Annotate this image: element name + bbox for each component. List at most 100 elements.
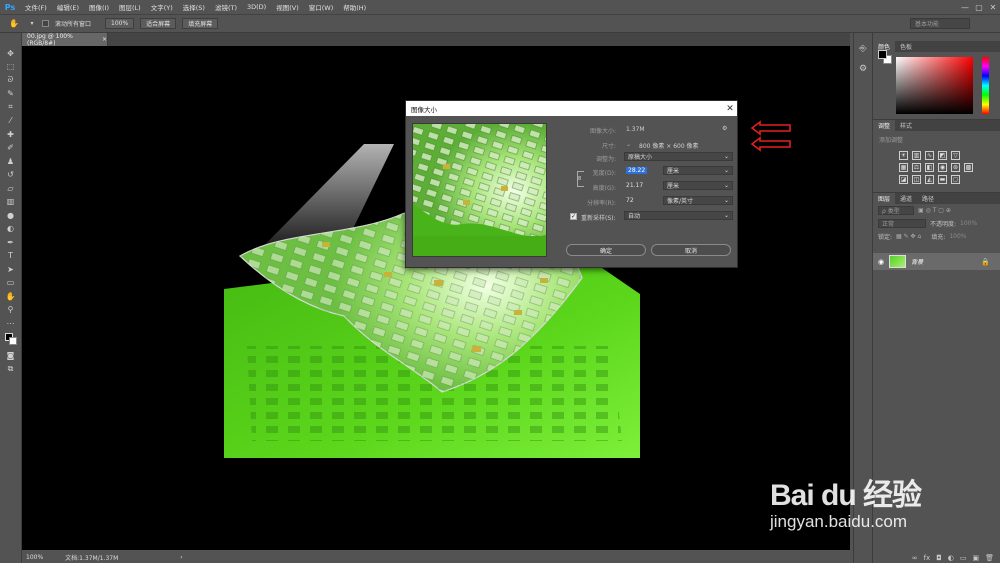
height-input[interactable]: 21.17 — [624, 181, 660, 190]
fx-icon[interactable]: fx — [924, 554, 931, 562]
fill-screen-button[interactable]: 填充屏幕 — [182, 18, 219, 29]
status-zoom[interactable]: 100% — [26, 554, 43, 561]
maximize-button[interactable]: ▢ — [972, 0, 986, 14]
eyedropper-tool-icon[interactable]: ⁄ — [3, 115, 19, 128]
path-select-icon[interactable]: ➤ — [3, 263, 19, 276]
hue-slider[interactable] — [982, 57, 989, 114]
new-adjustment-icon[interactable]: ◐ — [948, 554, 954, 562]
resample-checkbox[interactable]: ✓ — [570, 213, 577, 220]
menu-3d[interactable]: 3D(D) — [242, 3, 271, 11]
opacity-value[interactable]: 100% — [960, 220, 977, 227]
ok-button[interactable]: 确定 — [566, 244, 646, 256]
channel-mixer-icon[interactable]: ⊛ — [951, 163, 960, 172]
foreground-color-swatch[interactable] — [878, 50, 887, 59]
dialog-settings-gear-icon[interactable]: ⚙ — [722, 125, 727, 132]
blur-tool-icon[interactable]: ● — [3, 209, 19, 222]
menu-layer[interactable]: 图层(L) — [114, 2, 146, 12]
move-tool-icon[interactable]: ✥ — [3, 47, 19, 60]
menu-edit[interactable]: 编辑(E) — [52, 2, 84, 12]
fg-bg-colors-icon[interactable] — [3, 331, 19, 349]
eraser-tool-icon[interactable]: ▱ — [3, 182, 19, 195]
history-brush-icon[interactable]: ↺ — [3, 169, 19, 182]
properties-panel-icon[interactable]: ⚙ — [856, 63, 870, 75]
close-window-button[interactable]: ✕ — [986, 0, 1000, 14]
new-group-icon[interactable]: ▭ — [960, 554, 967, 562]
more-tools-icon[interactable]: ⋯ — [3, 317, 19, 330]
threshold-icon[interactable]: ◭ — [925, 175, 934, 184]
tab-paths[interactable]: 路径 — [917, 193, 939, 204]
tab-layers[interactable]: 图层 — [873, 193, 896, 204]
resolution-input[interactable]: 72 — [624, 196, 660, 205]
dimensions-chevron-icon[interactable]: ⌄ — [626, 141, 631, 148]
layer-row-background[interactable]: ◉ 背景 🔒 — [873, 253, 1000, 270]
menu-window[interactable]: 窗口(W) — [304, 2, 339, 12]
invert-icon[interactable]: ◪ — [899, 175, 908, 184]
quick-select-tool-icon[interactable]: ✎ — [3, 88, 19, 101]
status-menu-arrow-icon[interactable]: › — [180, 554, 182, 561]
lasso-tool-icon[interactable]: ᘐ — [3, 74, 19, 87]
curves-icon[interactable]: ∿ — [925, 151, 934, 160]
hand-tool-side-icon[interactable]: ✋ — [3, 290, 19, 303]
hue-saturation-icon[interactable]: ▦ — [899, 163, 908, 172]
resolution-unit-select[interactable]: 像素/英寸 ⌄ — [663, 196, 733, 205]
minimize-button[interactable]: — — [958, 0, 972, 14]
marquee-tool-icon[interactable]: ⬚ — [3, 61, 19, 74]
workspace-select[interactable]: 基本功能 — [910, 18, 970, 29]
dialog-preview[interactable] — [412, 123, 547, 257]
posterize-icon[interactable]: ◫ — [912, 175, 921, 184]
menu-filter[interactable]: 滤镜(T) — [210, 2, 242, 12]
blend-mode-select[interactable]: 正常 — [878, 219, 926, 228]
gradient-map-icon[interactable]: ▬ — [938, 175, 947, 184]
menu-type[interactable]: 文字(Y) — [146, 2, 178, 12]
height-unit-select[interactable]: 厘米 ⌄ — [663, 181, 733, 190]
zoom-tool-icon[interactable]: ⚲ — [3, 304, 19, 317]
brush-tool-icon[interactable]: ✐ — [3, 142, 19, 155]
brightness-icon[interactable]: ☀ — [899, 151, 908, 160]
exposure-icon[interactable]: ◩ — [938, 151, 947, 160]
tool-preset-chevron-icon[interactable]: ▾ — [28, 17, 36, 30]
add-mask-icon[interactable]: ◘ — [936, 554, 942, 562]
link-layers-icon[interactable]: ∞ — [912, 554, 918, 562]
color-balance-icon[interactable]: ⚖ — [912, 163, 921, 172]
vibrance-icon[interactable]: ▽ — [951, 151, 960, 160]
color-lookup-icon[interactable]: ▩ — [964, 163, 973, 172]
gradient-tool-icon[interactable]: ▥ — [3, 196, 19, 209]
document-tab[interactable]: 00.jpg @ 100%(RGB/8#) × — [22, 33, 108, 47]
crop-tool-icon[interactable]: ⌗ — [3, 101, 19, 114]
dodge-tool-icon[interactable]: ◐ — [3, 223, 19, 236]
cancel-button[interactable]: 取消 — [651, 244, 731, 256]
dialog-close-button[interactable]: ✕ — [723, 104, 737, 114]
menu-file[interactable]: 文件(F) — [20, 2, 52, 12]
type-tool-icon[interactable]: T — [3, 250, 19, 263]
hand-tool-icon[interactable]: ✋ — [6, 17, 22, 30]
quick-mask-icon[interactable]: ◙ — [3, 350, 19, 363]
color-picker-field[interactable] — [896, 57, 973, 114]
new-layer-icon[interactable]: ▣ — [972, 554, 979, 562]
selective-color-icon[interactable]: ◻ — [951, 175, 960, 184]
width-unit-select[interactable]: 厘米 ⌄ — [663, 166, 733, 175]
menu-view[interactable]: 视图(V) — [271, 2, 304, 12]
resample-select[interactable]: 自动 ⌄ — [624, 211, 733, 220]
levels-icon[interactable]: ▥ — [912, 151, 921, 160]
healing-brush-icon[interactable]: ✚ — [3, 128, 19, 141]
screen-mode-icon[interactable]: ⧉ — [3, 363, 19, 376]
menu-select[interactable]: 选择(S) — [178, 2, 210, 12]
history-panel-icon[interactable]: ⎆ — [856, 43, 870, 55]
menu-help[interactable]: 帮助(H) — [338, 2, 371, 12]
photo-filter-icon[interactable]: ◉ — [938, 163, 947, 172]
fit-to-select[interactable]: 原稿大小 ⌄ — [624, 152, 733, 161]
delete-layer-icon[interactable]: 🗑 — [985, 554, 994, 562]
tab-styles[interactable]: 样式 — [895, 120, 917, 131]
black-white-icon[interactable]: ◧ — [925, 163, 934, 172]
layer-filter-icons[interactable]: ▣ ◎ T ▢ ⊕ — [918, 207, 951, 214]
tab-channels[interactable]: 通道 — [895, 193, 917, 204]
rectangle-tool-icon[interactable]: ▭ — [3, 277, 19, 290]
width-input[interactable]: 28.22 — [624, 166, 660, 175]
fill-value[interactable]: 100% — [949, 233, 966, 240]
clone-stamp-icon[interactable]: ♟ — [3, 155, 19, 168]
menu-image[interactable]: 图像(I) — [84, 2, 114, 12]
tab-adjustments[interactable]: 调整 — [873, 120, 896, 131]
document-tab-close-icon[interactable]: × — [102, 36, 107, 43]
zoom-100-button[interactable]: 100% — [105, 18, 135, 29]
fit-screen-button[interactable]: 适合屏幕 — [140, 18, 177, 29]
